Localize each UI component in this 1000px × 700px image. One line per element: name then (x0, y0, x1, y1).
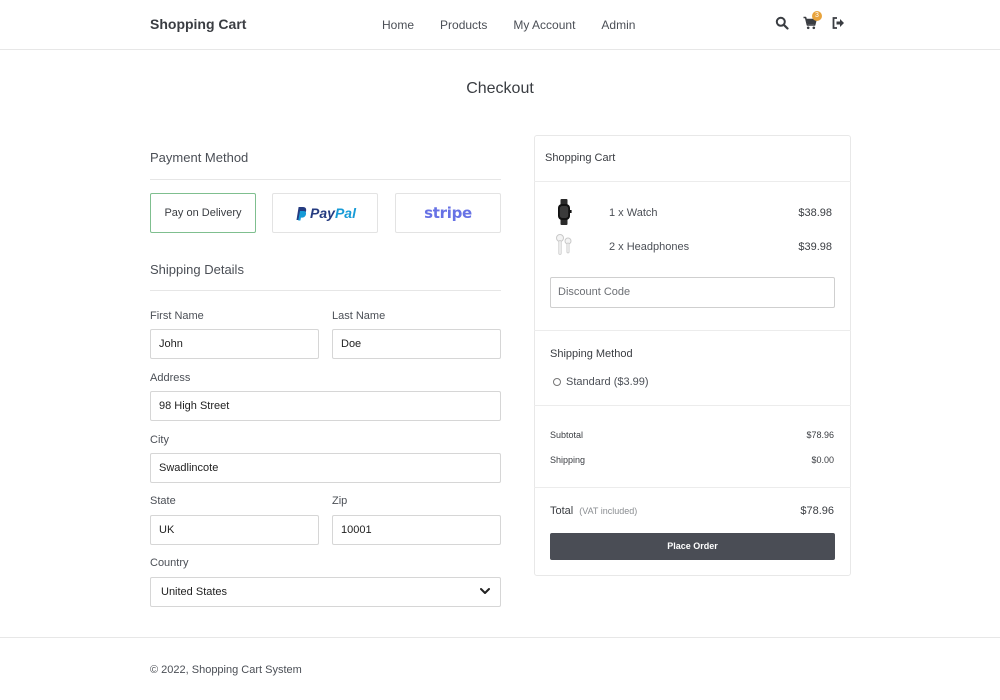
country-label: Country (150, 557, 189, 569)
shipping-method-heading: Shipping Method (550, 348, 633, 360)
subtotal-value: $78.96 (806, 430, 834, 440)
first-name-label: First Name (150, 310, 204, 322)
pay-on-delivery-option[interactable]: Pay on Delivery (150, 193, 256, 233)
main-nav: Home Products My Account Admin (382, 18, 635, 32)
headphones-icon (554, 233, 574, 262)
stripe-option[interactable]: stripe (395, 193, 501, 233)
last-name-field[interactable]: Doe (332, 329, 501, 359)
stripe-logo: stripe (424, 204, 472, 222)
sign-out-icon[interactable] (831, 16, 845, 30)
city-field[interactable]: Swadlincote (150, 453, 501, 483)
shipping-value: $0.00 (811, 455, 834, 465)
watch-icon (556, 199, 572, 228)
address-label: Address (150, 372, 191, 384)
address-field[interactable]: 98 High Street (150, 391, 501, 421)
shipping-details-heading: Shipping Details (150, 262, 244, 277)
pay-on-delivery-label: Pay on Delivery (164, 207, 242, 219)
standard-shipping-radio[interactable] (553, 378, 561, 386)
cart-card-title: Shopping Cart (545, 152, 616, 164)
zip-field[interactable]: 10001 (332, 515, 501, 545)
cart-item-name: 2 x Headphones (609, 241, 690, 253)
first-name-field[interactable]: John (150, 329, 319, 359)
country-select[interactable]: United States (150, 577, 501, 607)
nav-home[interactable]: Home (382, 18, 414, 32)
cart-item-name: 1 x Watch (609, 207, 658, 219)
place-order-button[interactable]: Place Order (550, 533, 835, 560)
top-navbar: Shopping Cart Home Products My Account A… (0, 0, 1000, 50)
discount-code-input[interactable]: Discount Code (550, 277, 835, 308)
card-divider (534, 181, 851, 182)
city-label: City (150, 434, 169, 446)
header-icons: 3 (775, 11, 845, 30)
cart-item-price: $39.98 (798, 241, 832, 253)
state-label: State (150, 495, 176, 507)
total-label: Total (VAT included) (550, 505, 638, 517)
payment-method-heading: Payment Method (150, 150, 249, 165)
footer-divider (0, 637, 1000, 638)
footer-copyright: © 2022, Shopping Cart System (150, 664, 302, 676)
shipping-divider (150, 290, 501, 291)
zip-label: Zip (332, 495, 348, 507)
shipping-label: Shipping (550, 455, 586, 465)
paypal-logo-icon: PayPal (294, 205, 356, 221)
vat-note: (VAT included) (579, 506, 638, 516)
last-name-label: Last Name (332, 310, 386, 322)
paypal-option[interactable]: PayPal (272, 193, 378, 233)
country-selected-value: United States (161, 586, 228, 598)
search-icon[interactable] (775, 16, 789, 30)
subtotal-label: Subtotal (550, 430, 584, 440)
state-field[interactable]: UK (150, 515, 319, 545)
brand-link[interactable]: Shopping Cart (150, 16, 246, 32)
card-divider (534, 405, 851, 406)
card-divider (534, 487, 851, 488)
total-value: $78.96 (800, 505, 834, 517)
cart-count-badge: 3 (812, 11, 822, 21)
nav-products[interactable]: Products (440, 18, 487, 32)
page-title: Checkout (466, 80, 534, 97)
payment-divider (150, 179, 501, 180)
card-divider (534, 330, 851, 331)
cart-item-price: $38.98 (798, 207, 832, 219)
standard-shipping-label[interactable]: Standard ($3.99) (566, 376, 649, 388)
chevron-down-icon (480, 578, 490, 606)
nav-my-account[interactable]: My Account (513, 18, 575, 32)
cart-icon[interactable]: 3 (803, 11, 822, 30)
nav-admin[interactable]: Admin (601, 18, 635, 32)
